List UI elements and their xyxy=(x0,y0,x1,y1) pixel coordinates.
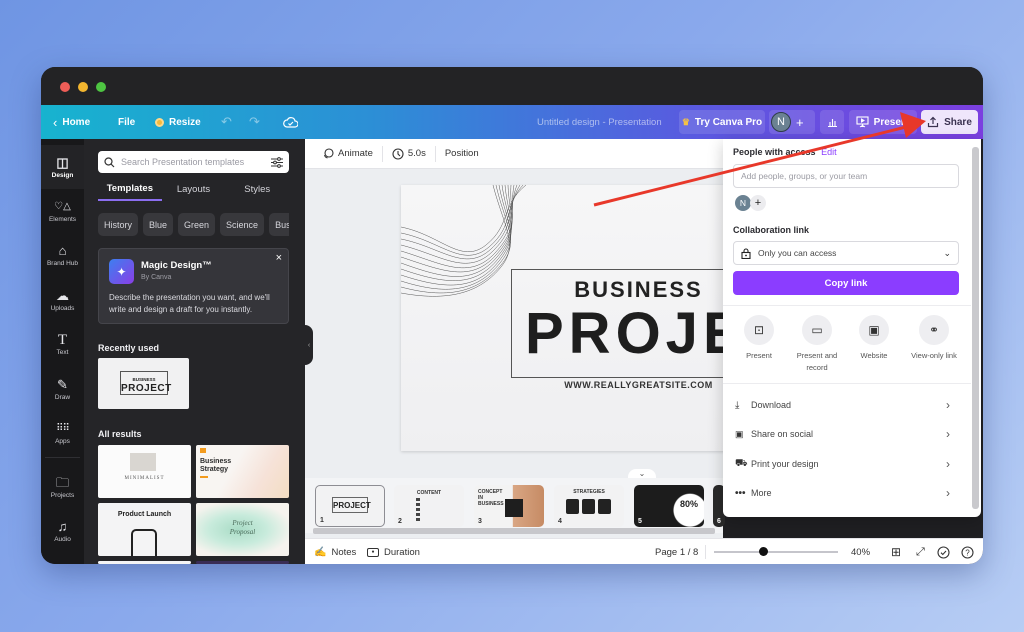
arrow-head xyxy=(900,112,926,138)
annotation-arrow xyxy=(593,112,926,207)
arrow-line xyxy=(593,125,907,207)
